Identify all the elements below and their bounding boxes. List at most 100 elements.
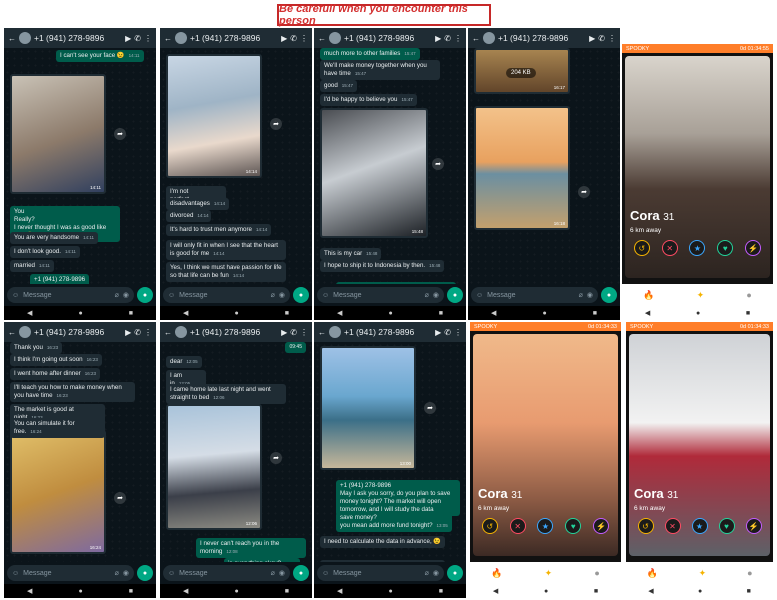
mic-icon[interactable]: ● <box>137 565 153 581</box>
paperclip-icon[interactable]: ⌀ <box>425 291 429 299</box>
home-nav-icon[interactable]: ● <box>696 310 700 317</box>
rewind-icon[interactable]: ↺ <box>633 240 650 256</box>
back-nav-icon[interactable]: ◀ <box>27 309 32 317</box>
phone-icon[interactable]: ✆ <box>134 34 141 43</box>
contact-name[interactable]: +1 (941) 278-9896 <box>34 327 122 337</box>
boost-icon[interactable]: ⚡ <box>745 518 762 534</box>
shared-photo[interactable]: 14:14 <box>166 54 262 178</box>
home-nav-icon[interactable]: ● <box>234 588 238 595</box>
contact-name[interactable]: +1 (941) 278-9896 <box>190 327 278 337</box>
more-vert-icon[interactable]: ⋮ <box>454 328 462 337</box>
paperclip-icon[interactable]: ⌀ <box>115 291 119 299</box>
paperclip-icon[interactable]: ⌀ <box>271 569 275 577</box>
message-bubble[interactable]: I need to calculate the data in advance,… <box>320 536 446 549</box>
flame-icon[interactable]: 🔥 <box>491 568 502 579</box>
message-bubble[interactable]: married 14:11 <box>10 260 54 273</box>
phone-icon[interactable]: ✆ <box>290 328 297 337</box>
contact-name[interactable]: +1 (941) 278-9896 <box>498 33 586 43</box>
back-nav-icon[interactable]: ◀ <box>491 309 496 317</box>
message-bubble[interactable]: good 15:47 <box>320 80 358 93</box>
forward-icon[interactable]: ➦ <box>114 128 126 140</box>
home-nav-icon[interactable]: ● <box>542 310 546 317</box>
rewind-icon[interactable]: ↺ <box>481 518 498 534</box>
message-bubble[interactable]: Because it's too late to raise funds tom… <box>320 560 445 562</box>
message-input[interactable]: ☺ Message ⌀ ◉ <box>7 287 134 303</box>
flame-icon[interactable]: 🔥 <box>646 568 657 579</box>
avatar[interactable] <box>329 326 341 338</box>
message-bubble[interactable]: much more to other families 15:47 <box>320 48 420 61</box>
like-icon[interactable]: ♥ <box>718 518 735 534</box>
message-input[interactable]: ☺ Message ⌀ ◉ <box>317 565 444 581</box>
camera-icon[interactable]: ◉ <box>433 569 439 577</box>
message-bubble[interactable]: is everything okay? 12:08 <box>224 558 301 562</box>
emoji-icon[interactable]: ☺ <box>322 570 329 577</box>
message-bubble[interactable]: I think I'm going out soon 16:23 <box>10 354 102 367</box>
recents-nav-icon[interactable]: ■ <box>746 310 750 317</box>
message-input[interactable]: ☺ Message ⌀ ◉ <box>163 565 290 581</box>
avatar[interactable] <box>19 326 31 338</box>
chat-bubbles-icon[interactable]: ● <box>747 568 752 578</box>
message-bubble[interactable]: I can't see your face 😉 14:11 <box>56 50 144 63</box>
paperclip-icon[interactable]: ⌀ <box>115 569 119 577</box>
message-bubble[interactable]: I came home late last night and went str… <box>166 384 286 405</box>
message-bubble[interactable]: disadvantages 14:14 <box>166 198 230 211</box>
video-icon[interactable]: ▶ <box>435 34 441 43</box>
message-bubble[interactable]: This is my car 15:48 <box>320 248 382 261</box>
sparkle-icon[interactable]: ✦ <box>699 568 707 579</box>
home-nav-icon[interactable]: ● <box>78 588 82 595</box>
emoji-icon[interactable]: ☺ <box>476 292 483 299</box>
message-bubble[interactable]: I went home after dinner 16:23 <box>10 368 100 381</box>
arrow-left-icon[interactable]: ← <box>8 328 16 337</box>
contact-name[interactable]: +1 (941) 278-9896 <box>344 327 432 337</box>
mic-icon[interactable]: ● <box>447 565 463 581</box>
back-nav-icon[interactable]: ◀ <box>493 587 498 595</box>
more-vert-icon[interactable]: ⋮ <box>454 34 462 43</box>
recents-nav-icon[interactable]: ■ <box>747 588 751 595</box>
mic-icon[interactable]: ● <box>137 287 153 303</box>
phone-icon[interactable]: ✆ <box>444 328 451 337</box>
contact-name[interactable]: +1 (941) 278-9896 <box>34 33 122 43</box>
chat-area[interactable]: 14:11 ➦ I can't see your face 😉 14:11 You Re… <box>4 48 156 284</box>
emoji-icon[interactable]: ☺ <box>12 292 19 299</box>
message-input[interactable]: ☺ Message ⌀ ◉ <box>317 287 444 303</box>
message-input[interactable]: ☺ Message ⌀ ◉ <box>7 565 134 581</box>
sparkle-icon[interactable]: ✦ <box>697 290 705 301</box>
home-nav-icon[interactable]: ● <box>234 310 238 317</box>
emoji-icon[interactable]: ☺ <box>168 292 175 299</box>
video-icon[interactable]: ▶ <box>435 328 441 337</box>
message-bubble[interactable]: +1 (941) 278-9896 May I ask you sorry, d… <box>336 480 460 517</box>
message-bubble[interactable]: save money? you mean add more fund tonig… <box>336 512 452 533</box>
arrow-left-icon[interactable]: ← <box>318 34 326 43</box>
video-icon[interactable]: ▶ <box>281 34 287 43</box>
mic-icon[interactable]: ● <box>293 565 309 581</box>
contact-name[interactable]: +1 (941) 278-9896 <box>190 33 278 43</box>
message-bubble[interactable]: I'd be happy to believe you 15:47 <box>320 94 417 107</box>
sparkle-icon[interactable]: ✦ <box>545 568 553 579</box>
chat-area[interactable]: 12:06➦09:45dear12:05I am in12:05I came h… <box>160 342 312 562</box>
emoji-icon[interactable]: ☺ <box>12 570 19 577</box>
video-icon[interactable]: ▶ <box>281 328 287 337</box>
forward-icon[interactable]: ➦ <box>270 452 282 464</box>
phone-icon[interactable]: ✆ <box>134 328 141 337</box>
forward-icon[interactable]: ➦ <box>578 186 590 198</box>
back-nav-icon[interactable]: ◀ <box>337 587 342 595</box>
recents-nav-icon[interactable]: ■ <box>593 310 597 317</box>
home-nav-icon[interactable]: ● <box>78 310 82 317</box>
avatar[interactable] <box>19 32 31 44</box>
superlike-icon[interactable]: ★ <box>689 240 706 256</box>
nope-icon[interactable]: ✕ <box>661 240 678 256</box>
nope-icon[interactable]: ✕ <box>664 518 681 534</box>
back-nav-icon[interactable]: ◀ <box>337 309 342 317</box>
more-vert-icon[interactable]: ⋮ <box>300 328 308 337</box>
emoji-icon[interactable]: ☺ <box>322 292 329 299</box>
superlike-icon[interactable]: ★ <box>537 518 554 534</box>
recents-nav-icon[interactable]: ■ <box>594 588 598 595</box>
more-vert-icon[interactable]: ⋮ <box>144 328 152 337</box>
camera-icon[interactable]: ◉ <box>279 291 285 299</box>
arrow-left-icon[interactable]: ← <box>164 34 172 43</box>
camera-icon[interactable]: ◉ <box>587 291 593 299</box>
emoji-icon[interactable]: ☺ <box>168 570 175 577</box>
phone-icon[interactable]: ✆ <box>290 34 297 43</box>
back-nav-icon[interactable]: ◀ <box>27 587 32 595</box>
nope-icon[interactable]: ✕ <box>509 518 526 534</box>
